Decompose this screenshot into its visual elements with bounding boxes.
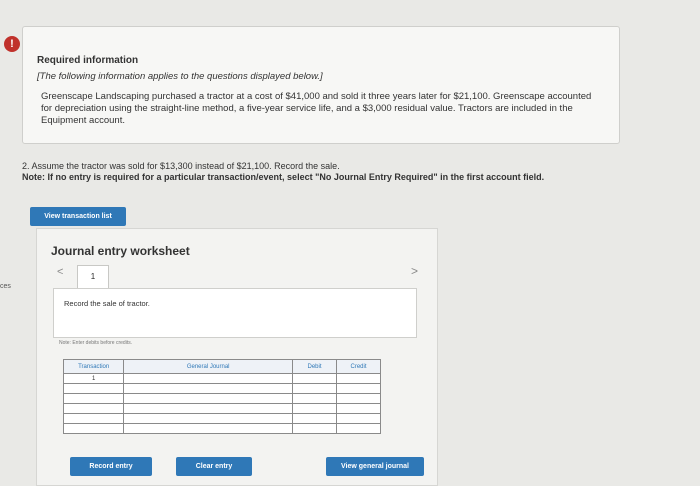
record-entry-button[interactable]: Record entry [70,457,152,476]
debit-field[interactable] [292,373,338,384]
chevron-right-icon[interactable]: > [411,264,418,278]
view-general-journal-button[interactable]: View general journal [326,457,424,476]
transaction-cell [62,383,125,394]
table-row [62,413,381,424]
info-body: Greenscape Landscaping purchased a tract… [41,91,592,126]
side-text: ces [0,283,11,290]
credit-field[interactable] [336,393,381,404]
required-information-panel: Required information [The following info… [22,26,620,144]
transaction-cell [62,423,125,434]
question-note: Note: If no entry is required for a part… [22,172,545,182]
credit-field[interactable] [336,423,381,434]
transaction-cell [62,393,125,404]
worksheet-tab-1[interactable]: 1 [77,265,109,289]
info-subtitle: [The following information applies to th… [37,71,323,82]
account-field[interactable] [123,423,294,434]
transaction-cell [62,413,125,424]
alert-icon: ! [4,36,20,52]
chevron-left-icon[interactable]: < [57,266,63,278]
credit-field[interactable] [336,413,381,424]
transaction-cell [62,403,125,414]
debit-field[interactable] [292,413,338,424]
debit-field[interactable] [292,383,338,394]
info-title: Required information [37,55,139,66]
account-field[interactable] [123,383,294,394]
table-row [62,403,381,414]
column-header-debit: Debit [292,359,338,374]
column-header-credit: Credit [336,359,381,374]
table-row [62,383,381,394]
journal-table: Transaction General Journal Debit Credit… [62,359,381,434]
journal-entry-worksheet: Journal entry worksheet < 1 > Record the… [36,228,438,486]
debit-field[interactable] [292,393,338,404]
entry-description-box: Record the sale of tractor. [53,288,417,338]
account-field[interactable] [123,413,294,424]
column-header-general-journal: General Journal [123,359,294,374]
debits-credits-note: Note: Enter debits before credits. [59,340,133,346]
clear-entry-button[interactable]: Clear entry [176,457,252,476]
transaction-cell: 1 [62,373,125,384]
view-transaction-list-button[interactable]: View transaction list [30,207,126,226]
account-field[interactable] [123,393,294,404]
debit-field[interactable] [292,403,338,414]
question-text: 2. Assume the tractor was sold for $13,3… [22,161,340,171]
account-field[interactable] [123,373,294,384]
table-row [62,393,381,404]
table-row: 1 [62,373,381,384]
credit-field[interactable] [336,383,381,394]
credit-field[interactable] [336,403,381,414]
entry-description: Record the sale of tractor. [64,299,150,308]
column-header-transaction: Transaction [62,359,125,374]
debit-field[interactable] [292,423,338,434]
question: 2. Assume the tractor was sold for $13,3… [22,161,622,183]
worksheet-title: Journal entry worksheet [51,244,190,258]
journal-header-row: Transaction General Journal Debit Credit [62,359,381,374]
table-row [62,423,381,434]
account-field[interactable] [123,403,294,414]
credit-field[interactable] [336,373,381,384]
